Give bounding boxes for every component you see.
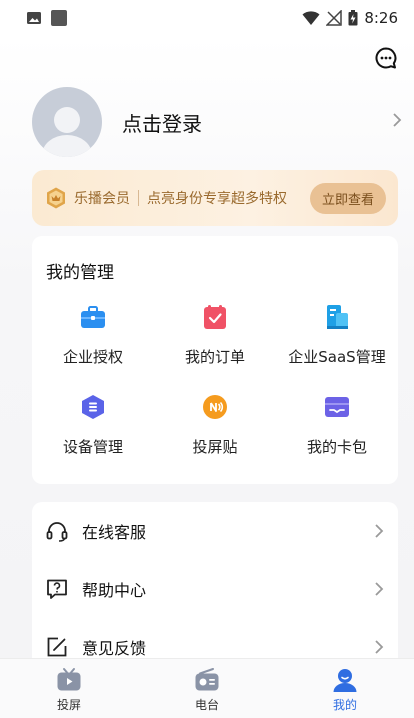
- vip-description: 点亮身份专享超多特权: [147, 191, 287, 207]
- management-item-card-wallet[interactable]: 我的卡包: [276, 394, 398, 457]
- management-item-label: 设备管理: [62, 438, 123, 456]
- no-signal-icon: [326, 10, 343, 26]
- status-indicators: 8:26: [302, 9, 398, 27]
- vip-crown-badge-icon: [47, 187, 65, 209]
- battery-icon: [348, 10, 358, 26]
- tab-label: 投屏: [56, 698, 81, 712]
- service-card: 在线客服 帮助中心 意见反馈: [32, 502, 398, 672]
- tab-cast[interactable]: 投屏: [0, 659, 138, 718]
- status-bar: 8:26: [0, 0, 414, 36]
- tab-radio[interactable]: 电台: [138, 659, 276, 718]
- message-button[interactable]: [374, 46, 398, 70]
- management-item-enterprise-auth[interactable]: 企业授权: [32, 304, 154, 367]
- profile-icon: [333, 669, 357, 692]
- management-item-label: 投屏贴: [192, 438, 238, 456]
- management-item-saas[interactable]: 企业SaaS管理: [276, 304, 398, 367]
- bottom-tab-bar: 投屏 电台 我的: [0, 658, 414, 718]
- chevron-right-icon: [375, 524, 384, 538]
- nfc-sticker-icon: [203, 395, 227, 419]
- headset-icon: [46, 522, 68, 542]
- status-notifications: [26, 9, 68, 27]
- radio-icon: [195, 668, 219, 691]
- management-item-cast-sticker[interactable]: 投屏贴: [154, 394, 276, 457]
- building-icon: [327, 305, 348, 329]
- management-item-my-orders[interactable]: 我的订单: [154, 304, 276, 367]
- management-item-label: 企业授权: [62, 348, 123, 366]
- service-label: 意见反馈: [82, 639, 147, 658]
- profile-login-row[interactable]: 点击登录: [32, 86, 402, 158]
- login-prompt[interactable]: 点击登录: [122, 108, 392, 137]
- management-card: 我的管理 企业授权 我的订单 企业SaaS管理 设备管理 投屏贴 我的卡包: [32, 236, 398, 484]
- order-clipboard-icon: [204, 305, 226, 329]
- chevron-right-icon: [392, 112, 402, 133]
- tv-play-icon: [57, 668, 81, 691]
- card-wallet-icon: [325, 397, 349, 417]
- service-label: 在线客服: [82, 523, 147, 542]
- status-time: 8:26: [364, 9, 398, 27]
- tab-label: 电台: [194, 698, 219, 712]
- service-label: 帮助中心: [82, 581, 147, 600]
- tab-mine[interactable]: 我的: [276, 659, 414, 718]
- help-question-icon: [47, 579, 67, 599]
- management-title: 我的管理: [46, 263, 114, 283]
- device-hexagon-icon: [82, 395, 104, 419]
- vip-title: 乐播会员: [74, 191, 130, 207]
- tab-label: 我的: [332, 698, 357, 712]
- feedback-edit-icon: [47, 637, 67, 657]
- management-item-label: 我的卡包: [306, 438, 367, 456]
- management-item-label: 企业SaaS管理: [288, 348, 386, 366]
- wifi-icon: [302, 11, 320, 25]
- vip-banner[interactable]: 乐播会员 点亮身份专享超多特权 立即查看: [32, 170, 398, 226]
- service-row-online-support[interactable]: 在线客服: [32, 502, 398, 560]
- vip-divider: [138, 190, 139, 206]
- avatar[interactable]: [32, 87, 102, 157]
- image-notification-icon: [27, 12, 41, 24]
- app-notification-icon: [51, 10, 67, 26]
- chevron-right-icon: [375, 582, 384, 596]
- management-item-label: 我的订单: [184, 348, 245, 366]
- chat-bubble-icon: [375, 47, 397, 69]
- briefcase-icon: [81, 306, 105, 328]
- avatar-head-shape: [54, 107, 80, 133]
- service-row-help-center[interactable]: 帮助中心: [32, 560, 398, 618]
- vip-view-button[interactable]: 立即查看: [309, 182, 386, 214]
- avatar-body-shape: [42, 135, 92, 157]
- chevron-right-icon: [375, 640, 384, 654]
- management-item-devices[interactable]: 设备管理: [32, 394, 154, 457]
